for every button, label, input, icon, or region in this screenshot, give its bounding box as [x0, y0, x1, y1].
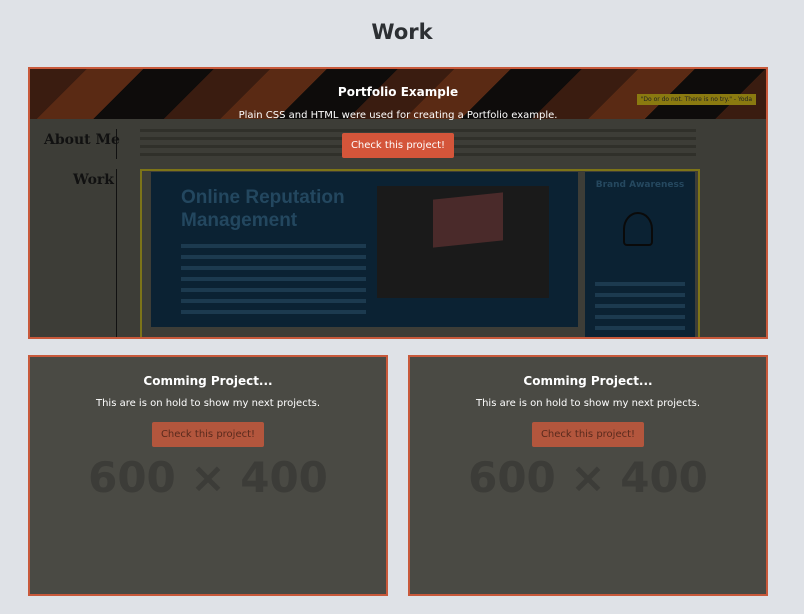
preview-laptop-photo [377, 186, 549, 298]
project-title: Portfolio Example [337, 85, 459, 99]
check-project-button[interactable]: Check this project! [151, 422, 265, 447]
image-placeholder: 600 × 400 [88, 453, 328, 502]
project-title: Comming Project... [523, 374, 653, 388]
broadcast-icon [623, 212, 653, 246]
project-card-upcoming[interactable]: 600 × 400 Comming Project... This are is… [28, 355, 388, 596]
preview-orm-title-line: Online Reputation [181, 187, 345, 208]
preview-orm-title-line: Management [181, 210, 298, 231]
preview-brand-title: Brand Awareness [595, 180, 685, 190]
preview-brand-text [595, 282, 685, 337]
project-description: This are is on hold to show my next proj… [95, 398, 321, 409]
preview-brand-panel: Brand Awareness [585, 172, 695, 337]
check-project-button[interactable]: Check this project! [531, 422, 645, 447]
section-title: Work [371, 20, 433, 44]
project-description: This are is on hold to show my next proj… [475, 398, 701, 409]
preview-orm-title: Online Reputation Management [181, 186, 345, 232]
preview-work-label: Work [73, 172, 114, 188]
project-title: Comming Project... [143, 374, 273, 388]
project-card-portfolio[interactable]: "Do or do not. There is no try." - Yoda … [28, 67, 768, 339]
project-description: Plain CSS and HTML were used for creatin… [238, 110, 558, 121]
preview-laptop-screen [433, 192, 503, 248]
preview-orm-panel: Online Reputation Management [151, 172, 578, 327]
preview-divider [116, 169, 117, 337]
check-project-button[interactable]: Check this project! [341, 133, 455, 158]
image-placeholder: 600 × 400 [468, 453, 708, 502]
project-card-upcoming[interactable]: 600 × 400 Comming Project... This are is… [408, 355, 768, 596]
preview-orm-text [181, 244, 366, 316]
